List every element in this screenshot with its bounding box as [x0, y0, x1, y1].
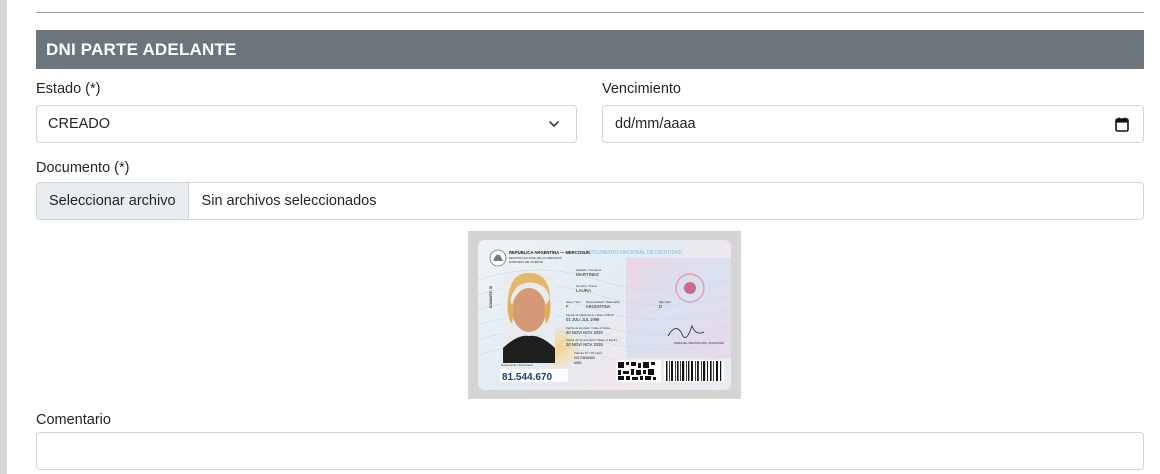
dni-emision: 20 NOV/ NOV 2020: [566, 330, 603, 335]
dni-nombre: LAURA: [576, 288, 591, 293]
comentario-input[interactable]: [36, 432, 1144, 470]
dni-side-label: DONANTE: SI: [489, 286, 493, 308]
dni-apellido: MARTINEZ: [576, 272, 599, 277]
dni-tramite2: 6050: [574, 361, 582, 365]
documento-label: Documento (*): [36, 160, 130, 176]
qr-code-graphic: [616, 360, 661, 382]
file-status: Sin archivos seleccionados: [201, 193, 377, 209]
select-file-button[interactable]: Seleccionar archivo: [37, 183, 189, 219]
document-preview: REPUBLICA ARGENTINA — MERCOSUR REGISTRO …: [468, 231, 741, 399]
dni-tramite: 00170696969: [574, 356, 595, 360]
dni-header-sub1: REGISTRO NACIONAL DE LAS PERSONAS: [509, 256, 562, 260]
dni-header-left: REPUBLICA ARGENTINA — MERCOSUR: [509, 250, 590, 255]
section-title: DNI PARTE ADELANTE: [46, 39, 237, 59]
section-divider: [36, 12, 1144, 13]
documento-file-input[interactable]: Seleccionar archivo Sin archivos selecci…: [36, 182, 1144, 220]
dni-documento-number: 81.544.670: [502, 372, 552, 383]
dni-nacionalidad: ARGENTINA: [586, 304, 611, 309]
dni-header-right: DOCUMENTO NACIONAL DE IDENTIDAD: [586, 250, 683, 256]
dni-nacimiento: 01 JUL/ JUL 1999: [566, 317, 600, 322]
dni-card-graphic: REPUBLICA ARGENTINA — MERCOSUR REGISTRO …: [478, 249, 731, 383]
left-border: [0, 0, 7, 474]
estado-label: Estado (*): [36, 81, 101, 97]
dni-vencimiento: 20 NOV/ NOV 2035: [566, 342, 603, 347]
vencimiento-date-input[interactable]: dd/mm/aaaa: [602, 105, 1144, 143]
barcode-graphic: [664, 360, 724, 382]
vencimiento-placeholder: dd/mm/aaaa: [615, 116, 696, 132]
dni-sexo: F: [566, 304, 569, 309]
dni-ejemplar: D: [659, 304, 662, 309]
dni-card-image: REPUBLICA ARGENTINA — MERCOSUR REGISTRO …: [478, 240, 731, 390]
dni-documento-label: Documento / Document: [501, 363, 533, 367]
vencimiento-label: Vencimiento: [602, 81, 681, 97]
comentario-label: Comentario: [36, 412, 111, 428]
estado-select[interactable]: CREADO: [36, 105, 577, 143]
estado-value: CREADO: [48, 116, 111, 132]
dni-header-sub2: MINISTERIO DEL INTERIOR: [509, 260, 543, 264]
chevron-down-icon: [549, 121, 559, 127]
calendar-icon[interactable]: [1115, 117, 1129, 132]
dni-firma-label: FIRMA DEL IDENTIFICADO / SIGNATURE: [674, 341, 724, 345]
section-header: DNI PARTE ADELANTE: [36, 30, 1144, 69]
dni-tramite-label: Trámite Nº / Of. ident.: [574, 351, 603, 355]
